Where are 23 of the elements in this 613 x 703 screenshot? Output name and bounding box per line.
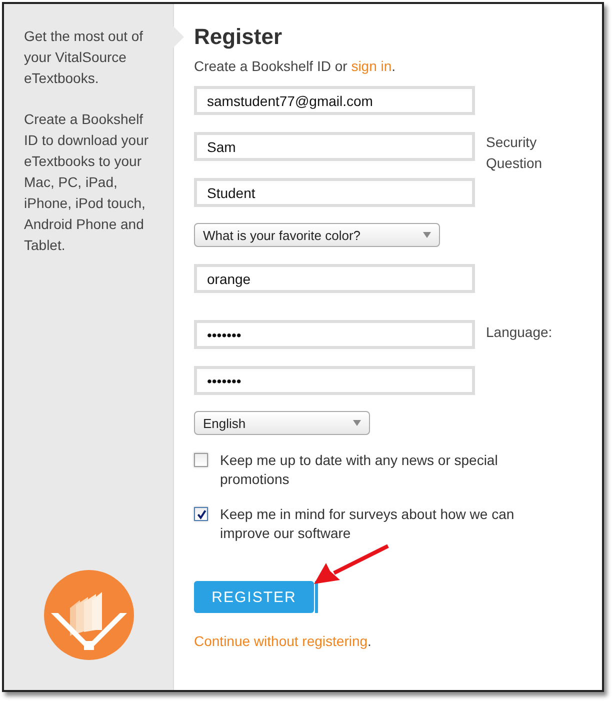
input-field[interactable]: orange bbox=[194, 264, 475, 293]
checkbox-label: Keep me up to date with any news or special promotions bbox=[220, 451, 499, 489]
input-field[interactable]: Sam bbox=[194, 132, 475, 161]
sidebar-text: Create a Bookshelf ID to download your eTextbooks to your Mac, PC, iPad, iPhone, iPod touch, Android Phone and Tablet. bbox=[24, 110, 150, 255]
register-heading: Register bbox=[194, 24, 284, 50]
language-label: Language: bbox=[486, 323, 554, 342]
dropdown[interactable]: What is your favorite color? bbox=[194, 223, 440, 247]
input-field[interactable]: samstudent77@gmail.com bbox=[194, 86, 475, 115]
checkbox[interactable] bbox=[194, 507, 208, 521]
button-edge bbox=[315, 581, 318, 613]
caret-icon bbox=[423, 232, 431, 238]
skip-text: Continue without registering. bbox=[194, 633, 372, 649]
security-question-label: Security Question bbox=[486, 133, 544, 173]
caret-icon bbox=[353, 420, 361, 426]
input-field[interactable]: ••••••• bbox=[194, 320, 475, 349]
checkbox[interactable] bbox=[194, 453, 208, 467]
intro-text: Create a Bookshelf ID or sign in. bbox=[194, 58, 397, 74]
book-logo-icon bbox=[44, 570, 134, 660]
input-field[interactable]: Student bbox=[194, 178, 475, 207]
input-field[interactable]: ••••••• bbox=[194, 366, 475, 395]
dropdown[interactable]: English bbox=[194, 411, 370, 435]
sidebar-text: Get the most out of your VitalSource eTextbooks. bbox=[24, 27, 144, 88]
checkbox-label: Keep me in mind for surveys about how we can improve our software bbox=[220, 505, 516, 543]
